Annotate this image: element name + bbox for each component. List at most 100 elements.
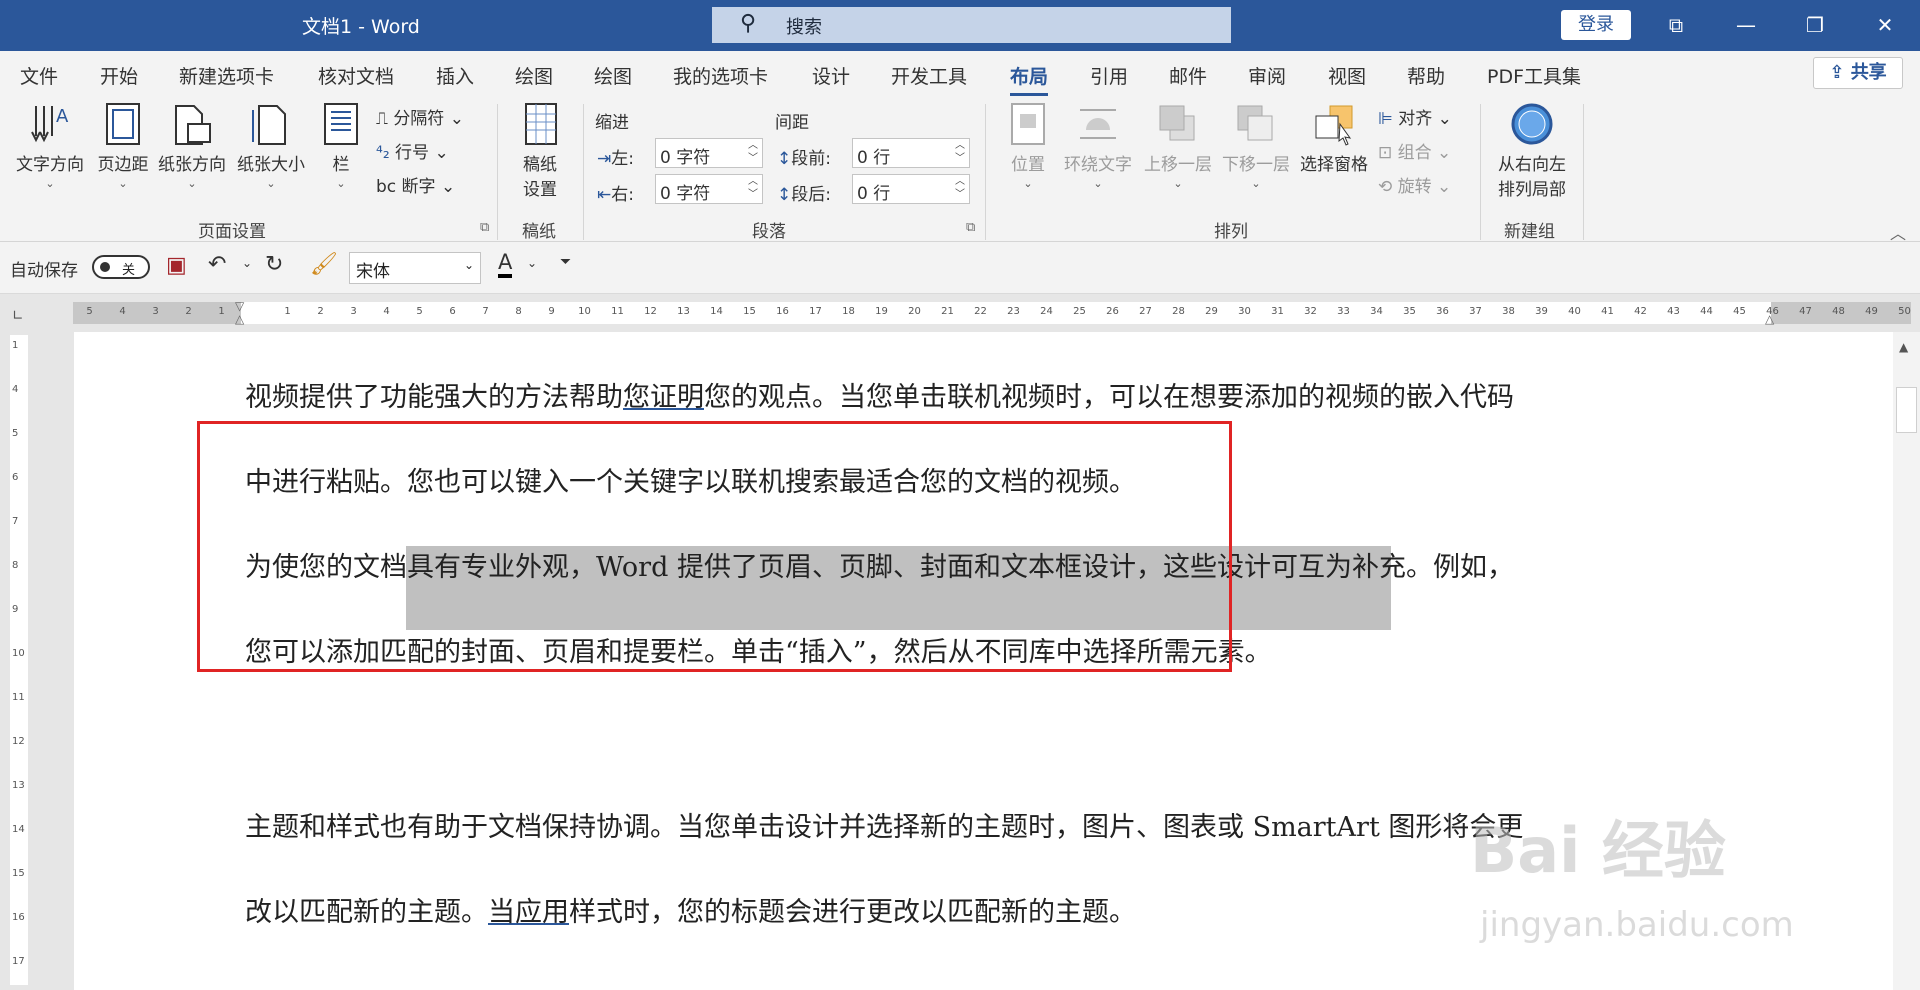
ribbon-display-options-button[interactable]: ⧉ [1646,6,1706,44]
minimize-button[interactable]: — [1716,6,1776,44]
paragraph-launcher-icon[interactable]: ⧉ [966,220,975,235]
tab-draw-1[interactable]: 绘图 [515,62,553,89]
format-painter-icon[interactable]: 🖌 [310,252,338,277]
tab-references[interactable]: 引用 [1090,62,1128,89]
indent-left-input[interactable]: 0 字符 ︿ ﹀ [655,138,763,168]
tab-layout[interactable]: 布局 [1010,62,1049,96]
group-label-page-setup: 页面设置 [198,222,266,242]
tab-selector-icon[interactable]: ∟ [12,308,24,324]
tab-home[interactable]: 开始 [100,62,138,89]
restore-button[interactable]: ❐ [1785,6,1845,44]
tab-pdf-tools[interactable]: PDF工具集 [1487,62,1581,89]
tab-new-tab[interactable]: 新建选项卡 [179,62,274,89]
ruler-tick-label: 18 [842,306,855,317]
ruler-tick-label: 7 [482,306,489,317]
ruler-tick-label: 12 [644,306,657,317]
text-direction-button[interactable]: A 文字方向 ⌄ [12,102,88,190]
collapse-ribbon-icon[interactable]: ︿ [1890,220,1906,244]
paragraph-1-line-1[interactable]: 视频提供了功能强大的方法帮助您证明您的观点。当您单击联机视频时，可以在想要添加的… [245,375,1785,414]
vruler-tick-label: 14 [12,824,25,835]
page-setup-launcher-icon[interactable]: ⧉ [480,220,489,235]
line-numbers-icon: ⁴₂ [376,143,396,163]
ruler-tick-label: 9 [548,306,555,317]
spacing-after-input[interactable]: 0 行 ︿ ﹀ [852,174,970,204]
group-separator [1480,104,1481,240]
close-button[interactable]: ✕ [1855,6,1915,44]
spinner-arrows-icon[interactable]: ︿ ﹀ [748,139,758,165]
autosave-toggle[interactable]: 关 [92,255,150,279]
tab-review-document[interactable]: 核对文档 [318,62,394,89]
group-objects-button[interactable]: ⊡ 组合 ⌄ [1378,138,1451,163]
send-backward-button[interactable]: 下移一层 ⌄ [1219,102,1293,190]
group-separator [583,104,584,240]
columns-button[interactable]: 栏 ⌄ [318,102,364,190]
line-numbers-button[interactable]: ⁴₂ 行号 ⌄ [376,138,449,163]
hanging-indent-icon[interactable]: △ [235,312,244,326]
selection-pane-icon [1315,105,1353,146]
spacing-before-label: ↕段前: [777,149,831,169]
ruler-tick-label: 5 [416,306,423,317]
ruler-tick-label: 24 [1040,306,1053,317]
selection-pane-button[interactable]: 选择窗格 [1297,102,1371,175]
redo-icon[interactable]: ↻ [265,252,283,277]
undo-icon[interactable]: ↶ [208,252,226,277]
hyphenation-button[interactable]: bc 断字 ⌄ [376,172,455,197]
ruler-tick-label: 47 [1799,306,1812,317]
right-indent-icon[interactable]: △ [1765,312,1774,326]
save-icon[interactable]: ▣ [166,253,187,278]
tab-developer[interactable]: 开发工具 [891,62,967,89]
breaks-button[interactable]: ⎍ 分隔符 ⌄ [376,104,464,129]
tab-mailings[interactable]: 邮件 [1169,62,1207,89]
vruler-tick-label: 9 [12,604,19,615]
group-separator [985,104,986,240]
vertical-scrollbar[interactable]: ▲ [1893,332,1920,990]
scroll-up-icon[interactable]: ▲ [1899,340,1908,354]
font-color-dropdown-icon[interactable]: ⌄ [527,256,537,270]
tab-draw-2[interactable]: 绘图 [594,62,632,89]
orientation-button[interactable]: 纸张方向 ⌄ [156,102,228,190]
spacing-before-icon: ↕ [777,149,792,169]
autosave-label: 自动保存 [10,261,78,281]
position-button[interactable]: 位置 ⌄ [1003,102,1053,190]
font-name-select[interactable]: 宋体 ⌄ [349,252,481,284]
document-title: 文档1 - Word [302,16,420,38]
search-box[interactable]: ⚲ 搜索 [712,7,1231,43]
draft-paper-settings-button[interactable]: 稿纸 设置 [510,102,570,200]
tab-insert[interactable]: 插入 [436,62,474,89]
rotate-button[interactable]: ⟲ 旋转 ⌄ [1378,172,1451,197]
first-line-indent-icon[interactable]: ▽ [235,299,244,313]
hyphenation-icon: bc [376,177,402,197]
tab-help[interactable]: 帮助 [1407,62,1445,89]
font-color-icon[interactable]: A [498,250,513,278]
ruler-tick-label: 25 [1073,306,1086,317]
ruler-tick-label: 50 [1898,306,1911,317]
ruler-tick-label: 33 [1337,306,1350,317]
margins-button[interactable]: 页边距 ⌄ [92,102,154,190]
undo-dropdown-icon[interactable]: ⌄ [242,256,252,270]
align-button[interactable]: ⊫ 对齐 ⌄ [1378,104,1452,129]
spinner-arrows-icon[interactable]: ︿ ﹀ [748,175,758,201]
group-label-arrange: 排列 [1214,222,1248,242]
tab-view[interactable]: 视图 [1328,62,1366,89]
rtl-arrange-button[interactable]: 从右向左 排列局部 [1490,102,1574,200]
tab-my-tab[interactable]: 我的选项卡 [673,62,768,89]
tab-file[interactable]: 文件 [20,62,58,89]
page-size-button[interactable]: 纸张大小 ⌄ [234,102,308,190]
vruler-tick-label: 7 [12,516,19,527]
ruler-tick-label: 4 [119,306,126,317]
spinner-arrows-icon[interactable]: ︿ ﹀ [955,139,965,165]
tab-review[interactable]: 审阅 [1248,62,1286,89]
bring-forward-button[interactable]: 上移一层 ⌄ [1141,102,1215,190]
scroll-thumb[interactable] [1896,387,1917,433]
share-button[interactable]: ⇪ 共享 [1813,57,1903,89]
wrap-text-button[interactable]: 环绕文字 ⌄ [1060,102,1136,190]
tab-design[interactable]: 设计 [812,62,850,89]
horizontal-ruler[interactable]: 5 4 3 2 1 1 2 3 4 5 6 7 8 9 10 11 12 13 14 15 16 17 18 19 20 21 22… [73,299,1911,326]
login-button[interactable]: 登录 [1561,10,1631,40]
bring-forward-icon [1159,105,1195,141]
indent-right-input[interactable]: 0 字符 ︿ ﹀ [655,174,763,204]
ruler-tick-label: 30 [1238,306,1251,317]
customize-qat-icon[interactable]: ⏷ [560,254,571,270]
spinner-arrows-icon[interactable]: ︿ ﹀ [955,175,965,201]
spacing-before-input[interactable]: 0 行 ︿ ﹀ [852,138,970,168]
